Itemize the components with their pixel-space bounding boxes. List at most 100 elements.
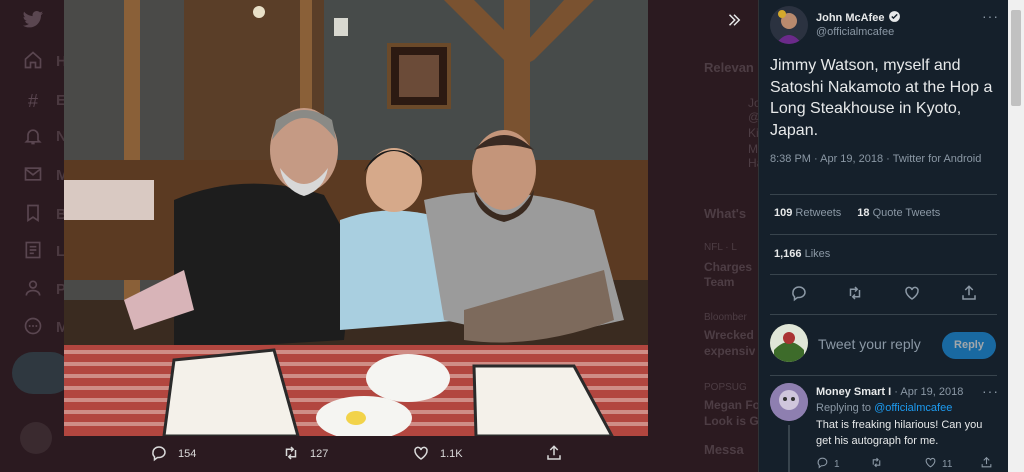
author-name[interactable]: John McAfee [816, 10, 901, 26]
retweet-icon [870, 456, 883, 472]
tweet-compose-button [12, 352, 72, 394]
expand-icon[interactable] [720, 6, 748, 34]
likes-stat[interactable]: 1,166 Likes [774, 248, 830, 260]
reply-icon[interactable] [790, 284, 810, 304]
bg-snippet: Bloomber [704, 312, 747, 323]
photo-reply-button[interactable]: 154 [150, 436, 196, 472]
share-icon [545, 444, 563, 465]
scrollbar[interactable] [1008, 0, 1024, 472]
bg-snippet: Charges [704, 260, 753, 274]
tweet-timestamp[interactable]: 8:38 PM · Apr 19, 2018 · Twitter for And… [770, 152, 990, 168]
bg-snippet: expensiv [704, 344, 756, 358]
like-icon [412, 444, 430, 465]
quote-tweets-stat[interactable]: 18 Quote Tweets [857, 207, 940, 219]
thread-line [788, 425, 790, 472]
replying-to-link[interactable]: @officialmcafee [874, 402, 952, 414]
bg-snippet: Jo [748, 96, 758, 110]
retweets-label: Retweets [795, 207, 842, 219]
replying-prefix: Replying to [816, 402, 875, 414]
bg-snippet: M [748, 142, 758, 156]
background-nav: H # E N M B L P M [18, 0, 69, 472]
share-icon[interactable] [960, 284, 980, 304]
bg-whats-happening-heading: What's [704, 206, 747, 221]
retweet-icon[interactable] [846, 284, 866, 304]
reply-share-button[interactable] [980, 456, 993, 472]
background-sidebar: Relevan Jo @ Ki M Ha What's NFL · L Char… [700, 40, 758, 472]
author-avatar[interactable] [770, 6, 808, 44]
bg-snippet: NFL · L [704, 242, 737, 253]
reply-composer: Tweet your reply Reply [770, 324, 1000, 368]
photo-retweet-button[interactable]: 127 [282, 436, 328, 472]
notifications-icon [22, 126, 44, 148]
reply-action-bar: 1 11 [816, 456, 1000, 472]
bg-snippet: Look is G [704, 414, 758, 428]
tweet-more-button[interactable]: ··· [982, 8, 999, 24]
reply-icon [150, 444, 168, 465]
reply-date[interactable]: · Apr 19, 2018 [894, 386, 963, 398]
bg-snippet: Team [704, 275, 735, 289]
bg-snippet: Wrecked [704, 328, 754, 342]
scrollbar-thumb[interactable] [1011, 10, 1021, 106]
retweet-icon [282, 444, 300, 465]
divider [770, 375, 997, 376]
reply-text: That is freaking hilarious! Can you get … [816, 419, 983, 447]
bg-snippet: Ha [748, 156, 758, 170]
replying-to: Replying to @officialmcafee [816, 402, 952, 414]
divider [770, 274, 997, 275]
photo-share-button[interactable] [545, 436, 563, 472]
bg-snippet: Ki [748, 126, 758, 140]
like-icon[interactable] [903, 284, 923, 304]
photo-reply-count: 154 [178, 448, 197, 460]
reply-icon [816, 456, 829, 472]
likes-count: 1,166 [774, 248, 802, 260]
reply-header: Money Smart I · Apr 19, 2018 [816, 386, 963, 398]
photo-retweet-count: 127 [310, 448, 329, 460]
author-handle[interactable]: @officialmcafee [816, 26, 894, 38]
reply-like-count: 11 [942, 458, 953, 470]
quote-label: Quote Tweets [872, 207, 941, 219]
bg-snippet: @ [748, 110, 758, 124]
author-name-text: John McAfee [816, 12, 885, 24]
tweet-photo[interactable] [64, 0, 648, 436]
my-avatar[interactable] [770, 324, 808, 362]
retweets-stat[interactable]: 109 Retweets [774, 207, 841, 219]
account-avatar [20, 422, 52, 454]
bg-snippet: POPSUG [704, 382, 747, 393]
reply-retweet-button[interactable] [870, 456, 883, 472]
reply-reply-button[interactable]: 1 [816, 456, 840, 472]
reply-more-button[interactable]: ··· [982, 383, 999, 399]
more-icon [22, 316, 44, 338]
reply-input[interactable]: Tweet your reply [818, 336, 921, 352]
lists-icon [22, 240, 44, 262]
photo-like-button[interactable]: 1.1K [412, 436, 463, 472]
explore-icon: # [27, 91, 38, 111]
bg-messages-heading: Messa [704, 442, 744, 457]
bookmarks-icon [22, 203, 44, 225]
verified-icon [888, 10, 901, 26]
like-icon [924, 456, 937, 472]
reply-author-name[interactable]: Money Smart I [816, 386, 891, 398]
bg-snippet: Megan Fo [704, 398, 758, 412]
divider [770, 194, 997, 195]
home-icon [22, 50, 44, 72]
photo-action-bar: 154 127 1.1K [140, 436, 620, 472]
reply-reply-count: 1 [834, 458, 840, 470]
divider [770, 314, 997, 315]
divider [770, 234, 997, 235]
retweets-count: 109 [774, 207, 793, 219]
twitter-icon [22, 8, 44, 30]
messages-icon [22, 164, 44, 186]
reply-author-avatar[interactable] [770, 383, 808, 421]
tweet-author: John McAfee @officialmcafee ··· [770, 6, 1000, 46]
reply-like-button[interactable]: 11 [924, 456, 952, 472]
photo-like-count: 1.1K [440, 448, 463, 460]
likes-label: Likes [804, 248, 831, 260]
reply-button[interactable]: Reply [942, 332, 996, 359]
reply-tweet[interactable]: Money Smart I · Apr 19, 2018 ··· Replyin… [770, 383, 1000, 472]
tweet-stats-row: 109 Retweets 18 Quote Tweets [774, 207, 940, 219]
share-icon [980, 456, 993, 472]
tweet-action-bar [770, 280, 997, 308]
profile-icon [22, 278, 44, 300]
bg-relevant-heading: Relevan [704, 60, 754, 75]
tweet-text: Jimmy Watson, myself and Satoshi Nakamot… [770, 57, 993, 139]
